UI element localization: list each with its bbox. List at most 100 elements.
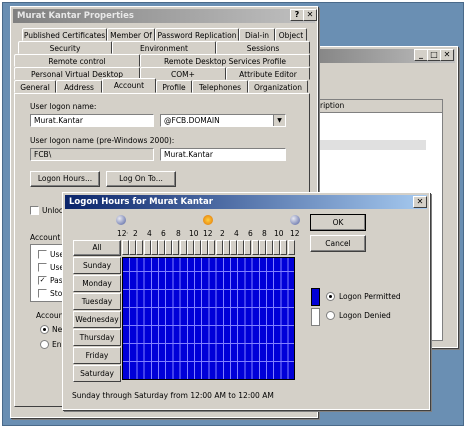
tab-account[interactable]: Account: [102, 78, 156, 93]
logon-hours-button[interactable]: Logon Hours...: [30, 171, 100, 187]
column-header-label: ription: [320, 101, 345, 110]
hour-column-header[interactable]: [280, 240, 288, 255]
hour-column-header[interactable]: [215, 240, 223, 255]
hour-column-header[interactable]: [244, 240, 252, 255]
pre2000-label: User logon name (pre-Windows 2000):: [30, 136, 175, 145]
hour-column-header[interactable]: [194, 240, 201, 255]
sun-icon: [203, 215, 213, 225]
tab-remote-desktop-services-profile[interactable]: Remote Desktop Services Profile: [140, 54, 310, 67]
tab-object[interactable]: Object: [275, 28, 307, 41]
hour-label: 6: [248, 229, 253, 238]
radio-end-of[interactable]: [40, 340, 49, 349]
tab-dial-in[interactable]: Dial-in: [239, 28, 275, 41]
hour-label: 2: [220, 229, 225, 238]
all-button[interactable]: All: [73, 240, 121, 256]
close-icon[interactable]: ✕: [413, 196, 427, 208]
logon-hours-status: Sunday through Saturday from 12:00 AM to…: [72, 391, 274, 400]
day-row-header[interactable]: Friday: [73, 347, 121, 364]
hour-label: 10: [189, 229, 199, 238]
description-column-header[interactable]: ription: [316, 100, 442, 113]
hour-column-header[interactable]: [287, 240, 295, 255]
option-checkbox[interactable]: [38, 263, 47, 272]
hour-label: 8: [262, 229, 267, 238]
legend-denied-label: Logon Denied: [339, 311, 391, 320]
day-row-header[interactable]: Sunday: [73, 257, 121, 274]
minimize-icon[interactable]: _: [414, 49, 428, 61]
help-icon[interactable]: ?: [290, 9, 304, 21]
unlock-account-label: Unloc: [42, 206, 64, 215]
hour-label: 8: [176, 229, 181, 238]
hour-label: 6: [161, 229, 166, 238]
tab-general[interactable]: General: [14, 80, 56, 93]
ok-button[interactable]: OK: [310, 214, 366, 231]
option-checkbox[interactable]: [38, 250, 47, 259]
radio-never[interactable]: [40, 325, 49, 334]
hour-column-header[interactable]: [158, 240, 165, 255]
hour-column-header[interactable]: [258, 240, 266, 255]
logon-to-button[interactable]: Log On To...: [106, 171, 176, 187]
moon-icon: [116, 215, 126, 225]
hour-column-header[interactable]: [251, 240, 259, 255]
hour-label: 10: [274, 229, 284, 238]
day-row-header[interactable]: Tuesday: [73, 293, 121, 310]
tab-security[interactable]: Security: [18, 41, 112, 54]
domain-value: @FCB.DOMAIN: [164, 116, 220, 125]
tab-remote-control[interactable]: Remote control: [14, 54, 140, 67]
tab-telephones[interactable]: Telephones: [192, 80, 248, 93]
day-row-header[interactable]: Saturday: [73, 365, 121, 382]
hour-label: 4: [234, 229, 239, 238]
radio-logon-denied[interactable]: [326, 311, 335, 320]
close-icon[interactable]: ✕: [440, 49, 454, 61]
hour-column-header[interactable]: [230, 240, 237, 255]
radio-never-label: Ne: [52, 325, 63, 334]
chevron-down-icon[interactable]: ▼: [273, 115, 285, 126]
hour-column-header[interactable]: [201, 240, 209, 255]
day-row-header[interactable]: Thursday: [73, 329, 121, 346]
tab-member-of[interactable]: Member Of: [107, 28, 155, 41]
option-checkbox-checked[interactable]: ✓: [38, 276, 47, 285]
tab-published-certificates[interactable]: Published Certificates: [22, 28, 107, 41]
logon-hours-title: Logon Hours for Murat Kantar: [69, 197, 213, 207]
pre2000-logon-input[interactable]: Murat.Kantar: [160, 148, 286, 161]
tab-organization[interactable]: Organization: [248, 80, 308, 93]
logon-hours-grid[interactable]: [122, 257, 295, 380]
legend-permitted-label: Logon Permitted: [339, 292, 401, 301]
radio-logon-permitted[interactable]: [326, 292, 335, 301]
hour-label: 12: [203, 229, 213, 238]
hour-column-header[interactable]: [165, 240, 173, 255]
domain-select[interactable]: @FCB.DOMAIN ▼: [160, 114, 286, 127]
hour-column-header[interactable]: [129, 240, 137, 255]
day-row-header[interactable]: Wednesday: [73, 311, 121, 328]
tab-password-replication[interactable]: Password Replication: [155, 28, 239, 41]
list-item[interactable]: [316, 140, 426, 150]
hour-column-header[interactable]: [150, 240, 158, 255]
user-logon-name-input[interactable]: Murat.Kantar: [30, 114, 154, 127]
tab-address[interactable]: Address: [56, 80, 102, 93]
day-row-header[interactable]: Monday: [73, 275, 121, 292]
account-expires-label: Accoun: [36, 311, 64, 320]
hour-dots: ·: [126, 229, 129, 238]
tab-attribute-editor[interactable]: Attribute Editor: [226, 67, 310, 80]
hour-label: 2: [133, 229, 138, 238]
hour-column-header[interactable]: [136, 240, 144, 255]
cancel-button[interactable]: Cancel: [310, 235, 366, 252]
tab-profile[interactable]: Profile: [156, 80, 192, 93]
hour-label: 4: [147, 229, 152, 238]
tab-environment[interactable]: Environment: [112, 41, 216, 54]
unlock-account-checkbox[interactable]: [30, 206, 39, 215]
hour-column-header[interactable]: [143, 240, 151, 255]
option-checkbox[interactable]: [38, 289, 47, 298]
tab-sessions[interactable]: Sessions: [216, 41, 310, 54]
hour-column-header[interactable]: [208, 240, 216, 255]
hour-column-header[interactable]: [266, 240, 273, 255]
close-icon[interactable]: ✕: [303, 9, 317, 21]
hour-column-header[interactable]: [222, 240, 230, 255]
maximize-icon[interactable]: □: [427, 49, 441, 61]
hour-column-header[interactable]: [186, 240, 194, 255]
moon-icon: [290, 215, 300, 225]
hour-column-header[interactable]: [237, 240, 245, 255]
hour-column-header[interactable]: [273, 240, 281, 255]
hour-column-header[interactable]: [172, 240, 180, 255]
hour-column-header[interactable]: [179, 240, 187, 255]
hour-column-header[interactable]: [122, 240, 129, 255]
